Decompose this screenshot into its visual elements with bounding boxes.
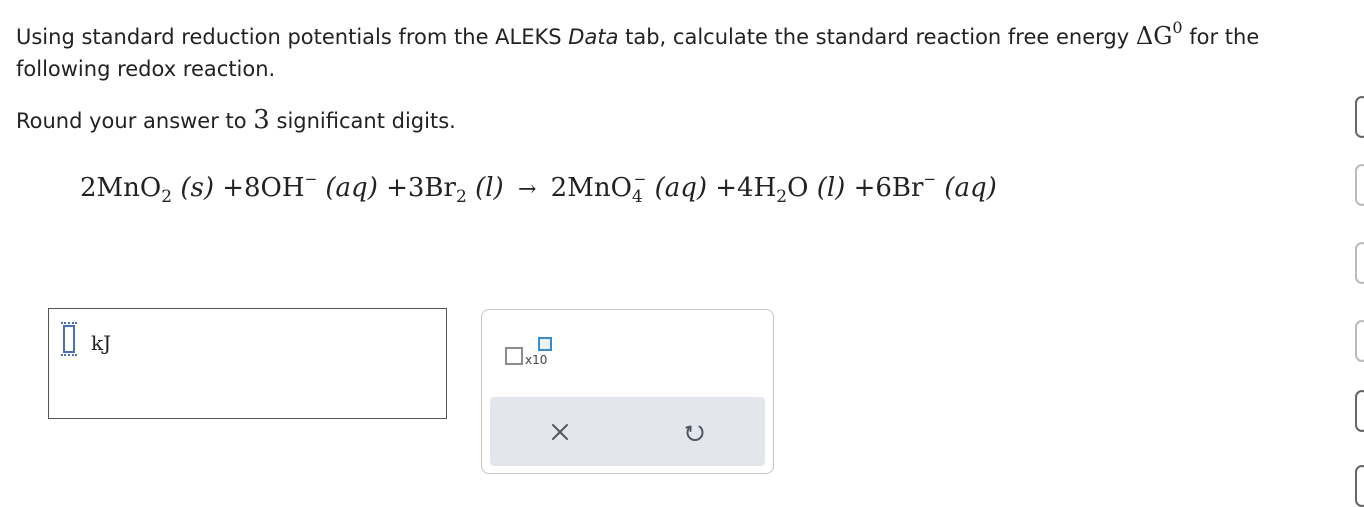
reaction-arrow: → xyxy=(517,177,537,202)
answer-unit-label: kJ xyxy=(91,331,112,355)
question-line1-part3: for the xyxy=(1182,25,1260,49)
delta-g-symbol: ΔG0 xyxy=(1135,18,1183,50)
sig-digit-count: 3 xyxy=(253,105,270,135)
exponent-box-icon xyxy=(538,337,552,351)
reactant-oh: +8OH− (aq) xyxy=(222,170,378,203)
reactant-mno2: 2MnO2 (s) xyxy=(80,173,214,207)
product-mno4: 2MnO4− (aq) xyxy=(550,170,707,207)
undo-button[interactable] xyxy=(680,417,710,447)
mantissa-box-icon xyxy=(505,347,523,365)
side-panel-tab-4[interactable] xyxy=(1355,320,1364,362)
answer-input-box[interactable]: kJ xyxy=(48,308,447,419)
x10-label: x10 xyxy=(525,353,548,367)
undo-icon xyxy=(685,425,704,441)
side-panel-tab-2[interactable] xyxy=(1355,164,1364,206)
close-icon xyxy=(552,424,568,440)
question-line1-part1: Using standard reduction potentials from… xyxy=(16,25,569,49)
math-tool-panel: x10 xyxy=(481,309,774,474)
rounding-instruction: Round your answer to 3 significant digit… xyxy=(16,105,456,135)
question-line2: following redox reaction. xyxy=(16,57,276,81)
data-tab-reference: Data xyxy=(568,25,619,49)
redox-equation: 2MnO2 (s) +8OH− (aq) +3Br2 (l) → 2MnO4− … xyxy=(80,170,997,207)
side-panel-tab-5[interactable] xyxy=(1355,390,1364,432)
reactant-br2: +3Br2 (l) xyxy=(386,173,504,207)
question-line1-part2: tab, calculate the standard reaction fre… xyxy=(618,25,1136,49)
side-panel-tab-6[interactable] xyxy=(1355,465,1364,507)
scientific-notation-button[interactable]: x10 xyxy=(505,337,565,373)
action-toolbar xyxy=(490,397,765,466)
side-panel-tab-1[interactable] xyxy=(1355,96,1364,138)
product-h2o: +4H2O (l) xyxy=(715,173,846,207)
product-br: +6Br− (aq) xyxy=(853,170,997,203)
answer-entry-field[interactable] xyxy=(61,322,77,356)
clear-button[interactable] xyxy=(545,417,575,447)
question-text: Using standard reduction potentials from… xyxy=(16,14,1356,85)
side-panel-tab-3[interactable] xyxy=(1355,242,1364,284)
